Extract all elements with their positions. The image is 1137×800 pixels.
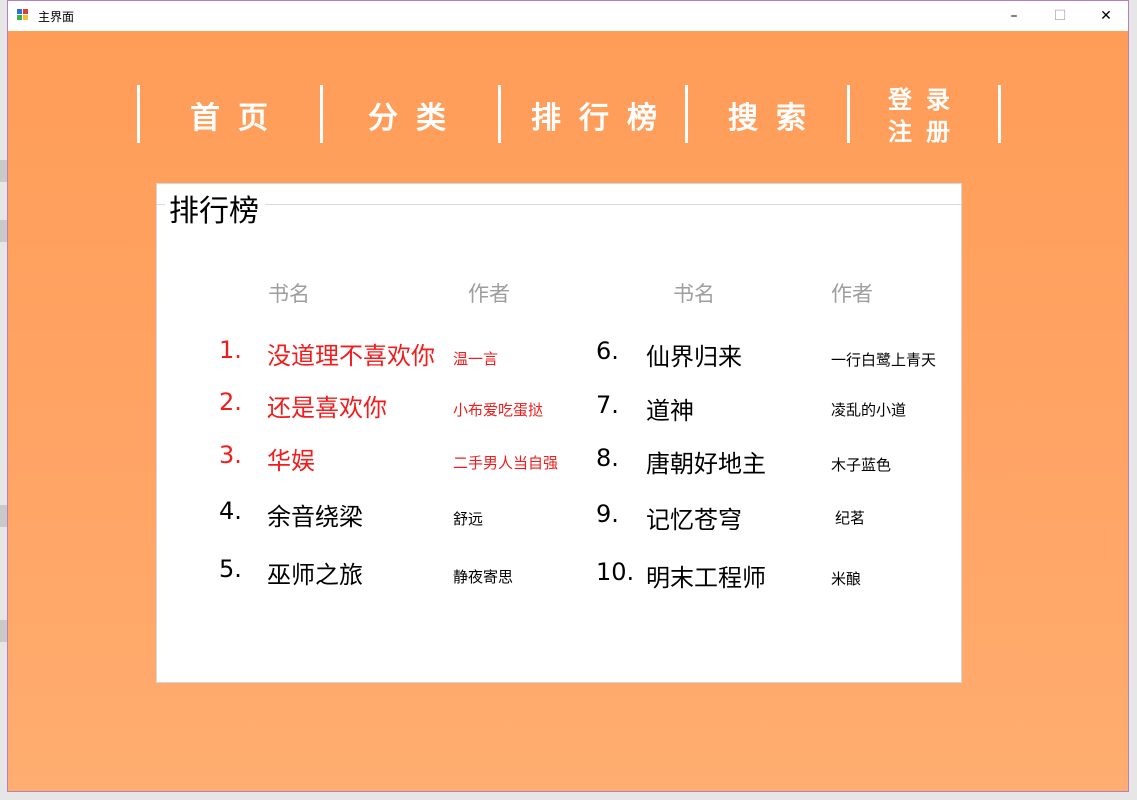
nav-search-button[interactable]: 搜索 xyxy=(696,95,856,136)
rank-number: 7. xyxy=(596,391,619,419)
rank-number: 4. xyxy=(219,497,242,525)
window-title: 主界面 xyxy=(38,10,75,24)
author-link[interactable]: 木子蓝色 xyxy=(831,454,891,475)
rank-number: 5. xyxy=(219,555,242,583)
panel-border-line xyxy=(157,204,961,205)
book-title-link[interactable]: 记忆苍穹 xyxy=(646,500,742,535)
nav-category-button[interactable]: 分类 xyxy=(331,95,501,136)
book-title-link[interactable]: 没道理不喜欢你 xyxy=(267,336,435,371)
book-title-link[interactable]: 唐朝好地主 xyxy=(646,444,766,479)
app-icon xyxy=(17,9,31,22)
nav-divider xyxy=(320,85,323,143)
close-button[interactable]: ✕ xyxy=(1083,1,1129,31)
book-title-link[interactable]: 仙界归来 xyxy=(646,337,742,372)
rank-number: 6. xyxy=(596,337,619,365)
book-title-link[interactable]: 巫师之旅 xyxy=(267,555,363,590)
rank-number: 2. xyxy=(219,388,242,416)
book-title-link[interactable]: 还是喜欢你 xyxy=(267,388,387,423)
author-link[interactable]: 舒远 xyxy=(453,508,483,529)
nav-divider xyxy=(137,85,140,143)
main-window: 主界面 – ☐ ✕ 首页 分类 排行榜 搜索 登录 注册 排行榜 书名 作者 书… xyxy=(7,0,1129,792)
nav-ranking-button[interactable]: 排行榜 xyxy=(508,95,698,136)
book-title-link[interactable]: 道神 xyxy=(646,391,694,426)
register-label: 注册 xyxy=(888,118,964,146)
rank-number: 8. xyxy=(596,444,619,472)
author-link[interactable]: 凌乱的小道 xyxy=(831,399,906,420)
author-link[interactable]: 二手男人当自强 xyxy=(453,452,558,473)
rank-number: 3. xyxy=(219,441,242,469)
rank-number: 10. xyxy=(596,558,635,586)
ranking-panel: 排行榜 书名 作者 书名 作者 1. 没道理不喜欢你 温一言 2. 还是喜欢你 … xyxy=(156,183,962,683)
book-title-link[interactable]: 明末工程师 xyxy=(646,558,766,593)
book-title-link[interactable]: 余音绕梁 xyxy=(267,497,363,532)
author-link[interactable]: 温一言 xyxy=(453,348,498,369)
title-bar[interactable]: 主界面 – ☐ ✕ xyxy=(8,1,1128,31)
nav-divider xyxy=(847,85,850,143)
nav-home-button[interactable]: 首页 xyxy=(148,95,328,136)
book-title-link[interactable]: 华娱 xyxy=(267,441,315,476)
author-link[interactable]: 一行白鹭上青天 xyxy=(831,349,936,370)
maximize-button[interactable]: ☐ xyxy=(1037,1,1083,31)
right-author-header: 作者 xyxy=(831,282,873,306)
author-link[interactable]: 纪茗 xyxy=(835,507,865,528)
right-book-header: 书名 xyxy=(673,282,715,306)
nav-divider xyxy=(998,85,1001,143)
author-link[interactable]: 静夜寄思 xyxy=(453,566,513,587)
author-link[interactable]: 小布爱吃蛋挞 xyxy=(453,399,543,420)
rank-number: 9. xyxy=(596,500,619,528)
rank-number: 1. xyxy=(219,336,242,364)
panel-title: 排行榜 xyxy=(165,186,265,230)
client-area: 首页 分类 排行榜 搜索 登录 注册 排行榜 书名 作者 书名 作者 1. 没道… xyxy=(8,31,1128,791)
left-author-header: 作者 xyxy=(468,282,510,306)
author-link[interactable]: 米酿 xyxy=(831,568,861,589)
nav-divider xyxy=(498,85,501,143)
minimize-button[interactable]: – xyxy=(991,1,1037,31)
nav-divider xyxy=(685,85,688,143)
login-label: 登录 xyxy=(888,86,964,114)
left-book-header: 书名 xyxy=(268,282,310,306)
nav-login-register-button[interactable]: 登录 注册 xyxy=(888,84,964,148)
